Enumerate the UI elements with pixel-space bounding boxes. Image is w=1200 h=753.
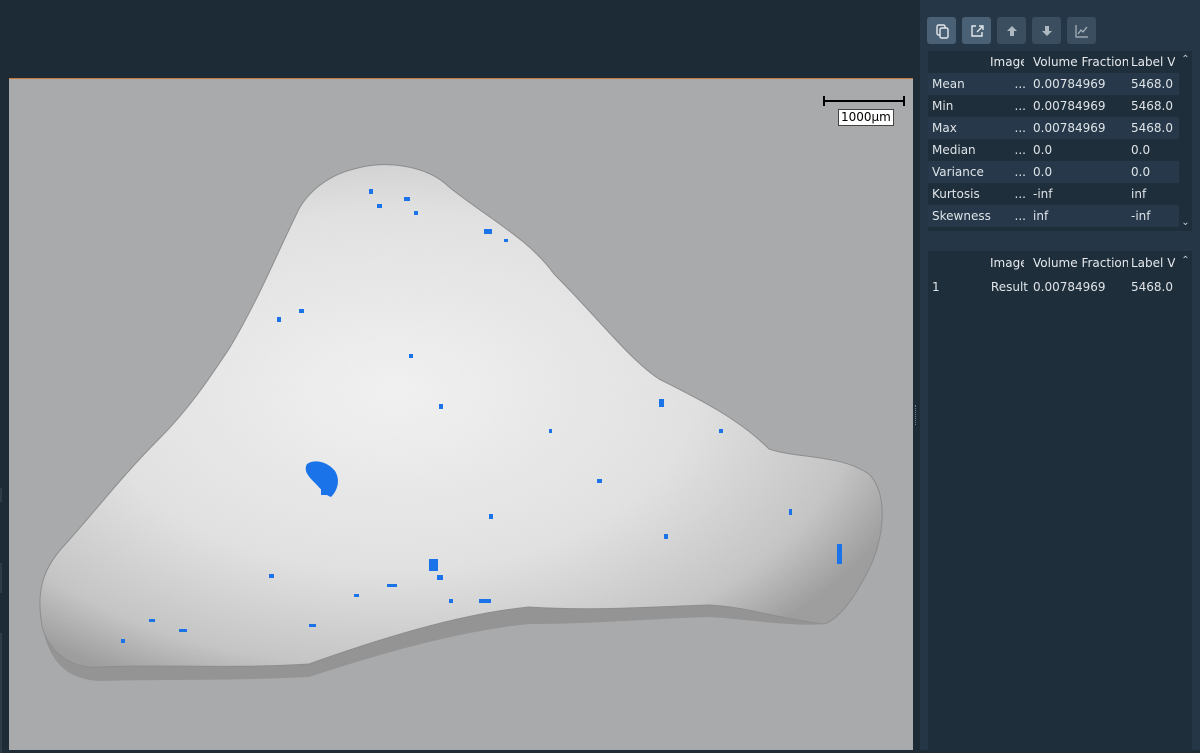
header-image[interactable]: Image [990,51,1024,73]
row-label-volume: -inf [1131,209,1151,223]
row-label: Variance [932,165,984,179]
row-image: ... [1014,143,1026,157]
table-row[interactable]: Max ... 0.00784969 5468.0 [928,117,1192,139]
results-table[interactable]: Image Volume Fraction Label Vo 1 Result … [928,251,1192,750]
row-volume-fraction: inf [1033,209,1049,223]
panel-splitter[interactable] [913,0,920,750]
statistics-panel: Image Volume Fraction Label Vo Mean ... … [920,0,1200,750]
export-button[interactable] [962,17,991,44]
panel-toolbar [927,17,1096,45]
move-down-button[interactable] [1032,17,1061,44]
chevron-up-icon[interactable]: ⌃ [1180,54,1191,65]
table-row[interactable]: 1 Result 0.00784969 5468.0 [928,276,1192,298]
arrow-down-icon [1041,25,1052,36]
row-label-volume: 5468.0 [1131,99,1173,113]
results-scrollbar[interactable]: ⌃ [1179,251,1192,750]
image-viewport[interactable]: 1000µm [9,78,913,750]
left-tab[interactable] [0,563,2,593]
row-label-volume: 0.0 [1131,143,1151,157]
row-label: Median [932,143,976,157]
stats-scrollbar[interactable]: ⌃ ⌄ [1179,51,1192,231]
scale-bar: 1000µm [823,96,907,127]
row-image: ... [1014,187,1026,201]
row-image: ... [1014,99,1026,113]
splitter-grip[interactable] [915,405,917,425]
statistics-table[interactable]: Image Volume Fraction Label Vo Mean ... … [928,51,1192,231]
export-icon [970,24,984,37]
table-row[interactable]: Mean ... 0.00784969 5468.0 [928,73,1192,95]
move-up-button[interactable] [997,17,1026,44]
row-volume-fraction: 0.0 [1033,165,1053,179]
row-volume-fraction: 0.00784969 [1033,121,1106,135]
header-label-volume[interactable]: Label Vo [1131,51,1175,73]
copy-button[interactable] [927,17,956,44]
row-label: Kurtosis [932,187,980,201]
row-volume-fraction: 0.00784969 [1033,77,1106,91]
chevron-down-icon[interactable]: ⌄ [1180,217,1191,228]
table-row[interactable]: Median ... 0.0 0.0 [928,139,1192,161]
header-volume-fraction[interactable]: Volume Fraction [1033,252,1128,274]
viewer-header [0,0,918,78]
row-label: Skewness [932,209,991,223]
particle-image [9,79,913,750]
table-row[interactable]: Kurtosis ... -inf inf [928,183,1192,205]
left-grip[interactable] [0,488,2,502]
row-label: Mean [932,77,965,91]
row-label-volume: 0.0 [1131,165,1151,179]
row-volume-fraction: -inf [1033,187,1053,201]
scale-bar-label: 1000µm [838,109,894,126]
row-image: ... [1014,209,1026,223]
chart-icon [1074,24,1088,38]
header-volume-fraction[interactable]: Volume Fraction [1033,51,1128,73]
table-row[interactable]: Skewness ... inf -inf [928,205,1192,227]
row-image: ... [1014,77,1026,91]
row-label-volume: 5468.0 [1131,121,1173,135]
row-label-volume: 5468.0 [1131,77,1173,91]
row-label: Min [932,99,954,113]
header-image[interactable]: Image [990,252,1024,274]
copy-icon [935,23,949,39]
row-volume-fraction: 0.0 [1033,143,1053,157]
viewer-left-edge [0,78,9,753]
chevron-up-icon[interactable]: ⌃ [1180,255,1191,266]
row-label: Max [932,121,957,135]
row-volume-fraction: 0.00784969 [1033,280,1106,294]
row-image: ... [1014,121,1026,135]
row-label-volume: 5468.0 [1131,280,1173,294]
row-image: ... [1014,165,1026,179]
plot-button[interactable] [1067,17,1096,44]
arrow-up-icon [1006,25,1017,36]
table-header: Image Volume Fraction Label Vo [928,252,1192,274]
row-volume-fraction: 0.00784969 [1033,99,1106,113]
row-image: Result [990,280,1028,294]
header-label-volume[interactable]: Label Vo [1131,252,1175,274]
table-row[interactable]: Variance ... 0.0 0.0 [928,161,1192,183]
table-header: Image Volume Fraction Label Vo [928,51,1192,73]
left-tab-2[interactable] [0,633,2,753]
row-label-volume: inf [1131,187,1147,201]
table-row[interactable]: Min ... 0.00784969 5468.0 [928,95,1192,117]
